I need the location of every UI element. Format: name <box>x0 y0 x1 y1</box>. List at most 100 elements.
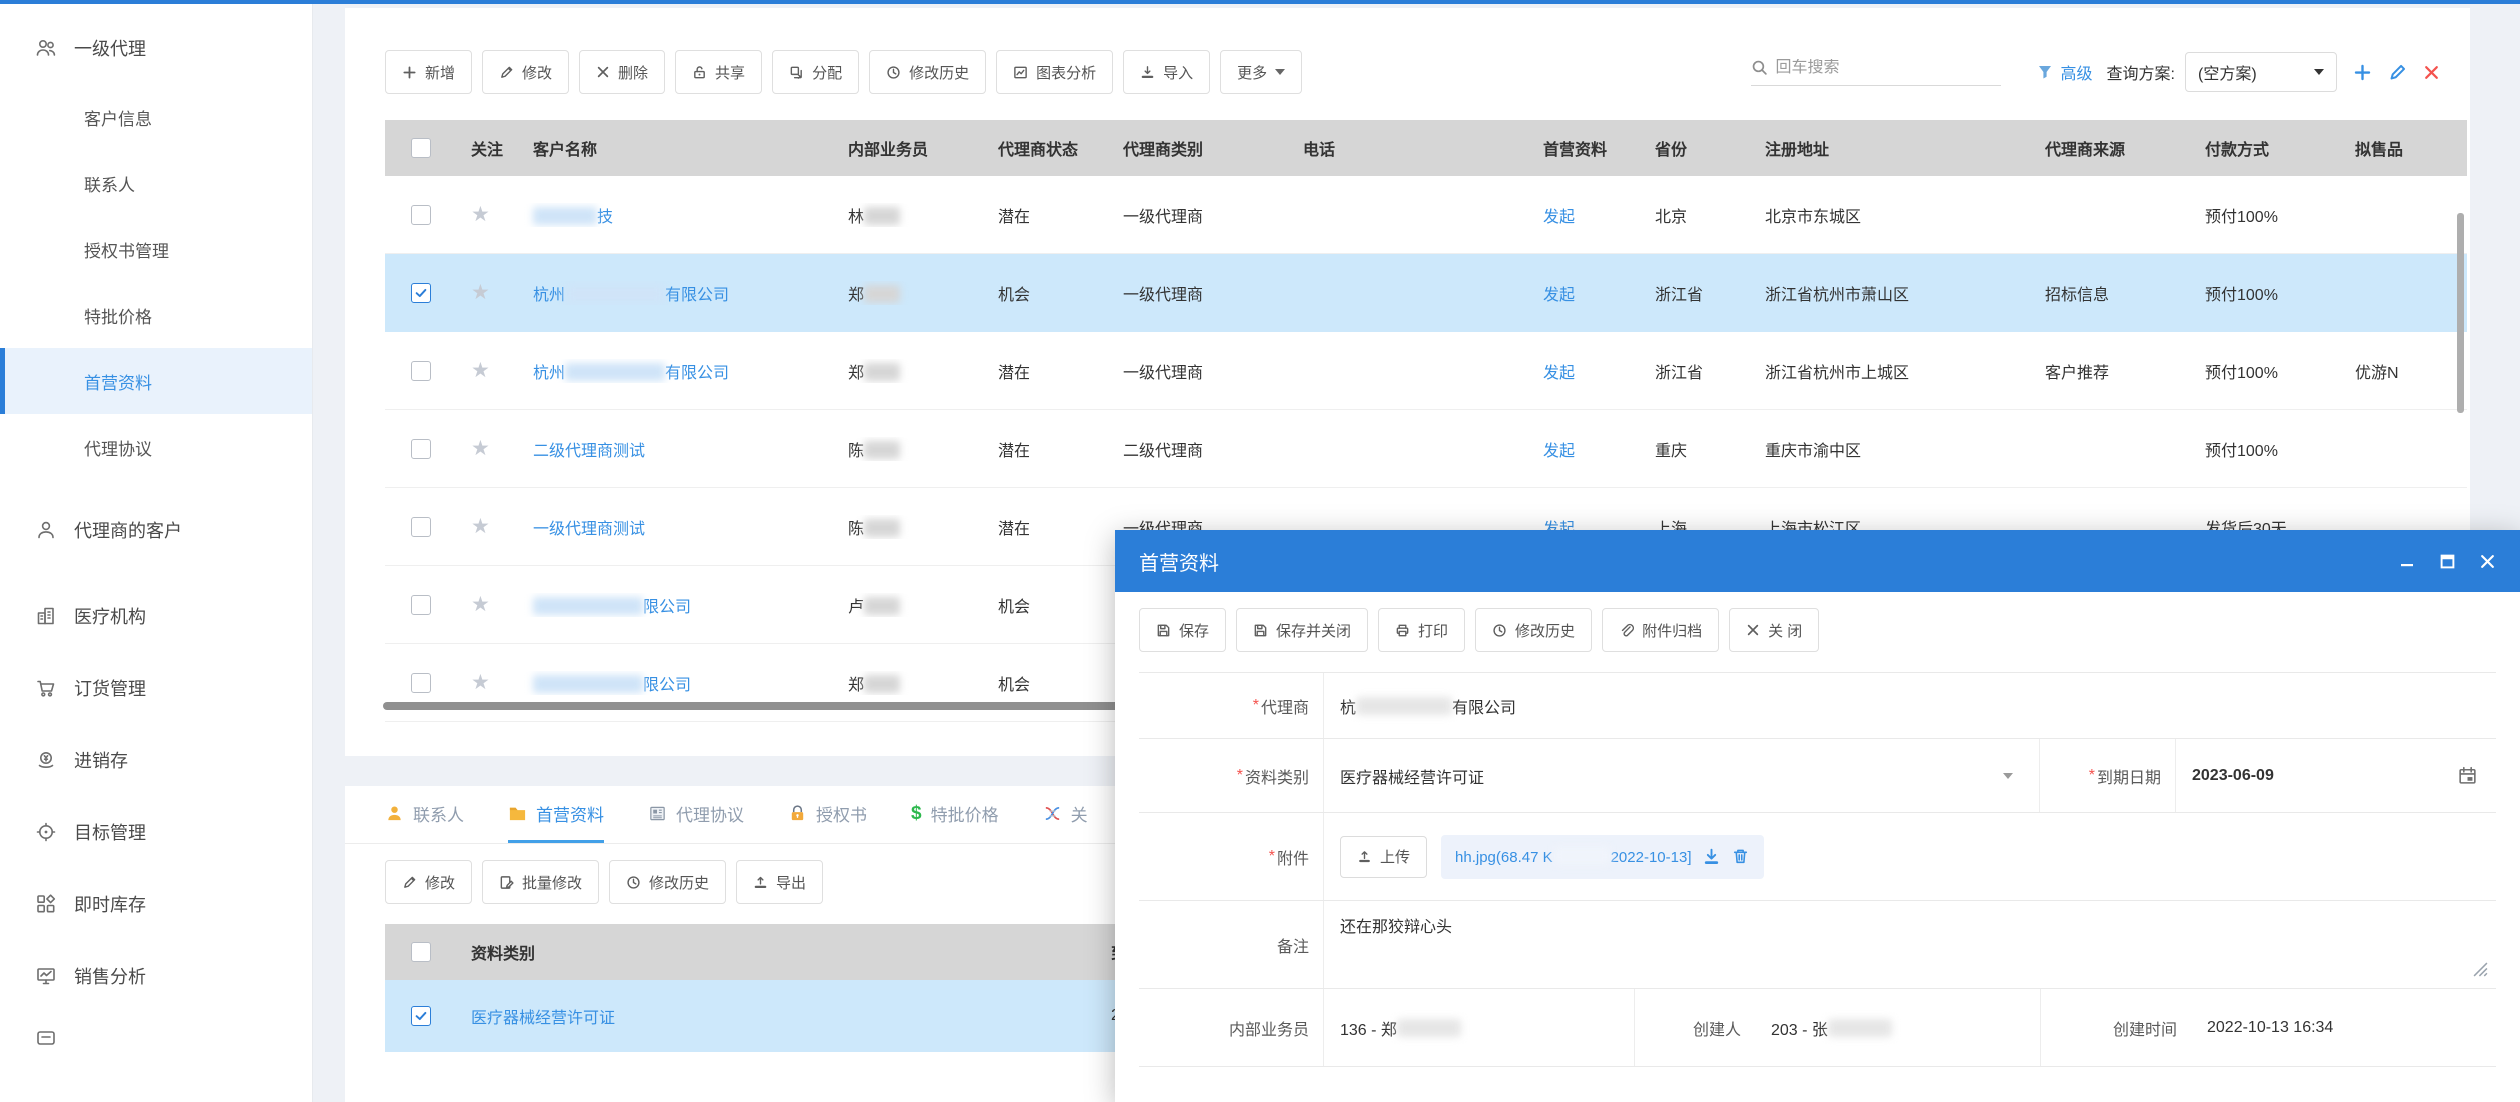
customer-name-link[interactable]: 一级代理商测试 <box>533 521 645 538</box>
row-checkbox[interactable] <box>411 673 431 693</box>
sidebar-item-inventory[interactable]: 进销存 <box>0 724 312 796</box>
advanced-search-link[interactable]: 高级 <box>2037 60 2093 84</box>
attachment-archive-button[interactable]: 附件归档 <box>1602 608 1719 652</box>
add-button[interactable]: 新增 <box>385 50 472 94</box>
customer-name-link[interactable]: 二级代理商测试 <box>533 443 645 460</box>
column-header[interactable]: 关注 <box>457 136 519 160</box>
sidebar-item-first-level-agent[interactable]: 一级代理 <box>0 12 312 84</box>
star-icon[interactable]: ★ <box>471 359 490 382</box>
sidebar-item-agency-agreement[interactable]: 代理协议 <box>0 414 312 480</box>
detail-edit-button[interactable]: 修改 <box>385 860 472 904</box>
scheme-select[interactable]: (空方案) <box>2185 52 2337 92</box>
star-icon[interactable]: ★ <box>471 515 490 538</box>
star-icon[interactable]: ★ <box>471 203 490 226</box>
resize-handle[interactable] <box>2473 962 2488 982</box>
save-button[interactable]: 保存 <box>1139 608 1226 652</box>
column-header[interactable]: 首营资料 <box>1529 136 1641 160</box>
table-row[interactable]: ★二级代理商测试陈潜在二级代理商发起重庆重庆市渝中区预付100% <box>385 410 2467 488</box>
download-icon[interactable] <box>1702 847 1721 866</box>
sidebar-item-first-license-docs[interactable]: 首营资料 <box>0 348 312 414</box>
sidebar-item-agent-customers[interactable]: 代理商的客户 <box>0 494 312 566</box>
shouying-launch-link[interactable]: 发起 <box>1529 359 1641 383</box>
remark-textarea[interactable]: 还在那狡辩心头 <box>1324 901 1452 937</box>
column-header[interactable]: 代理商类别 <box>1109 136 1289 160</box>
edit-button[interactable]: 修改 <box>482 50 569 94</box>
star-icon[interactable]: ★ <box>471 671 490 694</box>
upload-button[interactable]: 上传 <box>1340 836 1427 878</box>
export-button[interactable]: 导出 <box>736 860 823 904</box>
print-button[interactable]: 打印 <box>1378 608 1465 652</box>
expire-date-field[interactable]: 2023-06-09 <box>2176 765 2496 786</box>
sidebar-item-sales-analysis[interactable]: 销售分析 <box>0 940 312 1012</box>
save-and-close-button[interactable]: 保存并关闭 <box>1236 608 1368 652</box>
sidebar-item-target-management[interactable]: 目标管理 <box>0 796 312 868</box>
vertical-scrollbar[interactable] <box>2457 213 2464 413</box>
row-checkbox[interactable] <box>411 361 431 381</box>
shouying-launch-link[interactable]: 发起 <box>1529 203 1641 227</box>
star-icon[interactable]: ★ <box>471 281 490 304</box>
batch-edit-button[interactable]: 批量修改 <box>482 860 599 904</box>
sidebar-item-customer-info[interactable]: 客户信息 <box>0 84 312 150</box>
column-header[interactable]: 代理商来源 <box>2031 136 2191 160</box>
attachment-file-link[interactable]: hh.jpg(68.47 K2022-10-13] <box>1455 847 1691 866</box>
sidebar-item-contacts[interactable]: 联系人 <box>0 150 312 216</box>
customer-name-link[interactable]: 杭州有限公司 <box>533 365 729 382</box>
customer-name-link[interactable]: 限公司 <box>533 677 691 694</box>
row-checkbox[interactable] <box>411 439 431 459</box>
delete-button[interactable]: 删除 <box>579 50 665 94</box>
tab-agency-agreement[interactable]: 代理协议 <box>648 801 744 843</box>
sidebar-item-medical-institutions[interactable]: 医疗机构 <box>0 580 312 652</box>
add-scheme-button[interactable] <box>2353 63 2372 82</box>
table-row[interactable]: ★杭州有限公司郑潜在一级代理商发起浙江省浙江省杭州市上城区客户推荐预付100%优… <box>385 332 2467 410</box>
column-header[interactable]: 客户名称 <box>519 136 834 160</box>
tab-partial[interactable]: 关 <box>1043 801 1089 843</box>
column-header[interactable]: 省份 <box>1641 136 1751 160</box>
detail-select-all-checkbox[interactable] <box>411 942 431 962</box>
detail-history-button[interactable]: 修改历史 <box>609 860 726 904</box>
modal-close-button[interactable]: 关 闭 <box>1729 608 1819 652</box>
row-checkbox[interactable] <box>411 1006 431 1026</box>
row-checkbox[interactable] <box>411 283 431 303</box>
table-row[interactable]: ★杭州有限公司郑机会一级代理商发起浙江省浙江省杭州市萧山区招标信息预付100% <box>385 254 2467 332</box>
chart-analysis-button[interactable]: 图表分析 <box>996 50 1113 94</box>
history-button[interactable]: 修改历史 <box>869 50 986 94</box>
customer-name-link[interactable]: 限公司 <box>533 599 691 616</box>
import-button[interactable]: 导入 <box>1123 50 1210 94</box>
shouying-launch-link[interactable]: 发起 <box>1529 281 1641 305</box>
column-header[interactable]: 注册地址 <box>1751 136 2031 160</box>
star-icon[interactable]: ★ <box>471 437 490 460</box>
search-input[interactable] <box>1776 59 1976 77</box>
row-checkbox[interactable] <box>411 205 431 225</box>
minimize-button[interactable] <box>2398 552 2416 570</box>
category-select[interactable]: 医疗器械经营许可证 <box>1324 764 2039 788</box>
tab-first-license-docs[interactable]: 首营资料 <box>508 801 604 843</box>
sidebar-item-clipped[interactable] <box>0 1012 312 1062</box>
tab-special-price[interactable]: $ 特批价格 <box>911 801 999 843</box>
column-header[interactable]: 内部业务员 <box>834 136 984 160</box>
sidebar-item-realtime-stock[interactable]: 即时库存 <box>0 868 312 940</box>
column-header[interactable]: 付款方式 <box>2191 136 2341 160</box>
column-header[interactable]: 电话 <box>1289 136 1529 160</box>
tab-contacts[interactable]: 联系人 <box>385 801 464 843</box>
trash-icon[interactable] <box>1731 847 1750 866</box>
more-button[interactable]: 更多 <box>1220 50 1302 94</box>
detail-category-link[interactable]: 医疗器械经营许可证 <box>471 1010 615 1027</box>
share-button[interactable]: 共享 <box>675 50 762 94</box>
table-row[interactable]: ★技林潜在一级代理商发起北京北京市东城区预付100% <box>385 176 2467 254</box>
edit-scheme-button[interactable] <box>2388 63 2407 82</box>
column-header[interactable]: 拟售品 <box>2341 136 2467 160</box>
close-icon[interactable] <box>2478 552 2496 570</box>
select-all-checkbox[interactable] <box>411 138 431 158</box>
column-header[interactable]: 代理商状态 <box>984 136 1109 160</box>
sidebar-item-special-price[interactable]: 特批价格 <box>0 282 312 348</box>
star-icon[interactable]: ★ <box>471 593 490 616</box>
customer-name-link[interactable]: 杭州有限公司 <box>533 287 729 304</box>
row-checkbox[interactable] <box>411 517 431 537</box>
delete-scheme-button[interactable] <box>2423 64 2440 81</box>
assign-button[interactable]: 分配 <box>772 50 859 94</box>
sidebar-item-authorization[interactable]: 授权书管理 <box>0 216 312 282</box>
maximize-button[interactable] <box>2438 552 2456 570</box>
shouying-launch-link[interactable]: 发起 <box>1529 437 1641 461</box>
customer-name-link[interactable]: 技 <box>533 209 613 226</box>
modal-history-button[interactable]: 修改历史 <box>1475 608 1592 652</box>
